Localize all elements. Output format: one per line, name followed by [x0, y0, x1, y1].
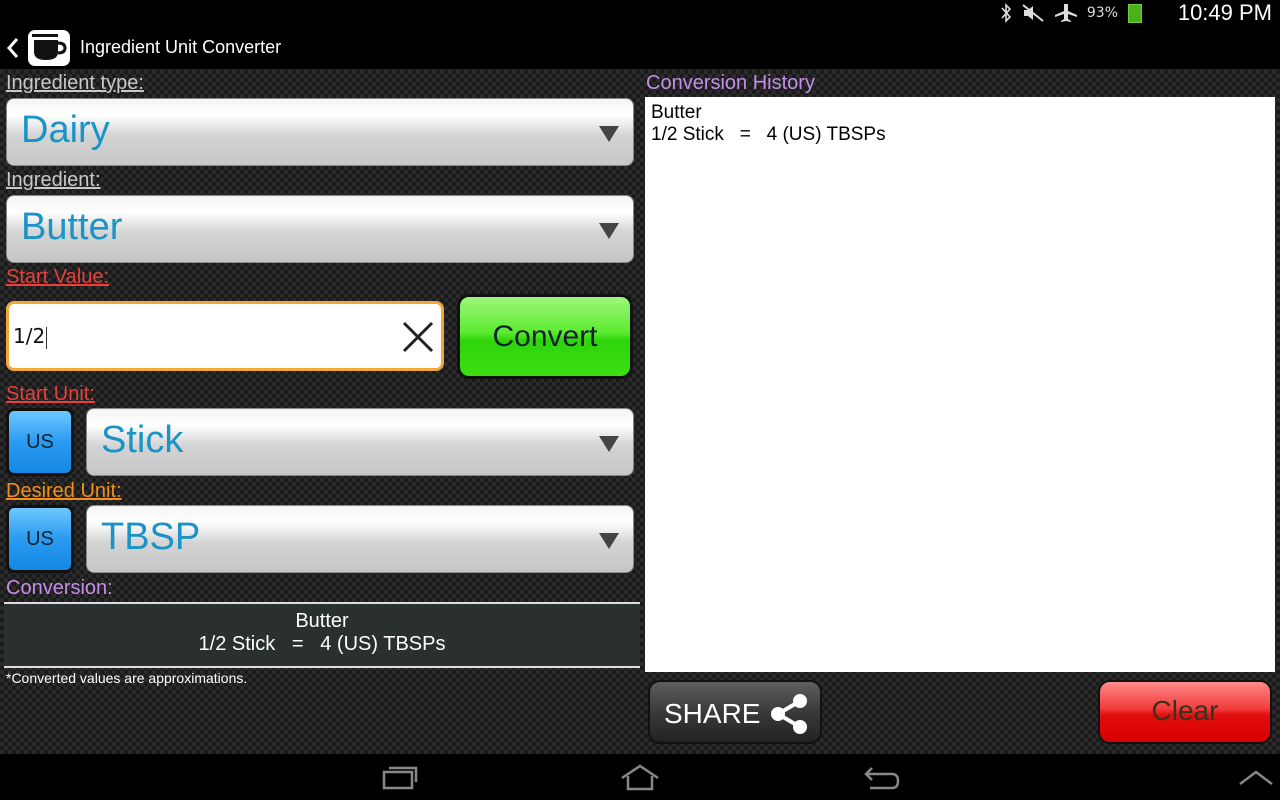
status-bar: 93% 10:49 PM	[0, 0, 1280, 25]
ingredient-value: Butter	[21, 206, 123, 248]
share-icon	[771, 694, 807, 734]
back-icon[interactable]	[862, 762, 902, 792]
ingredient-type-spinner[interactable]: Dairy	[6, 98, 634, 166]
start-unit-value: Stick	[101, 419, 184, 461]
dropdown-arrow-icon	[599, 223, 619, 239]
dropdown-arrow-icon	[599, 436, 619, 452]
history-entry-ingredient: Butter	[651, 102, 702, 123]
dropdown-arrow-icon	[599, 126, 619, 142]
home-icon[interactable]	[620, 762, 660, 792]
recent-apps-icon[interactable]	[380, 762, 420, 792]
bluetooth-icon	[1001, 3, 1011, 23]
conversion-label: Conversion:	[6, 577, 113, 599]
battery-icon	[1128, 3, 1142, 23]
ingredient-type-label: Ingredient type:	[6, 72, 144, 94]
start-unit-spinner[interactable]: Stick	[86, 408, 634, 476]
share-label: SHARE	[664, 698, 761, 729]
desired-unit-spinner[interactable]: TBSP	[86, 505, 634, 573]
clear-button[interactable]: Clear	[1098, 680, 1272, 744]
convert-button[interactable]: Convert	[457, 294, 633, 379]
result-ingredient: Butter	[295, 610, 349, 632]
airplane-mode-icon	[1054, 4, 1077, 22]
start-unit-label: Start Unit:	[6, 383, 95, 405]
ingredient-type-value: Dairy	[21, 109, 110, 151]
start-unit-system-button[interactable]: US	[6, 408, 74, 476]
navigation-bar	[0, 754, 1280, 800]
conversion-result: Butter 1/2 Stick = 4 (US) TBSPs	[4, 602, 640, 668]
action-bar: Ingredient Unit Converter	[0, 25, 1280, 70]
desired-unit-label: Desired Unit:	[6, 480, 122, 502]
status-icons: 93%	[999, 3, 1142, 23]
dropdown-arrow-icon	[599, 533, 619, 549]
app-logo-icon[interactable]	[28, 30, 70, 66]
conversion-history-panel[interactable]: Butter 1/2 Stick = 4 (US) TBSPs	[645, 97, 1275, 672]
approximation-note: *Converted values are approximations.	[6, 670, 248, 686]
history-entry-equation: 1/2 Stick = 4 (US) TBSPs	[651, 124, 886, 145]
start-value-text: 1/2	[13, 324, 48, 349]
clock: 10:49 PM	[1177, 0, 1272, 25]
battery-percent: 93%	[1086, 5, 1118, 21]
start-value-input[interactable]: 1/2	[6, 301, 444, 371]
desired-unit-value: TBSP	[101, 516, 201, 558]
chevron-up-icon[interactable]	[1236, 762, 1276, 792]
clear-input-icon[interactable]	[401, 320, 435, 354]
back-arrow-icon[interactable]	[4, 35, 22, 61]
result-equation: 1/2 Stick = 4 (US) TBSPs	[198, 633, 446, 655]
start-value-label: Start Value:	[6, 266, 110, 288]
share-button[interactable]: SHARE	[648, 680, 822, 744]
ingredient-spinner[interactable]: Butter	[6, 195, 634, 263]
mute-icon	[1022, 4, 1044, 22]
app-title: Ingredient Unit Converter	[80, 37, 282, 57]
main-content: Ingredient type: Dairy Ingredient: Butte…	[0, 70, 1280, 754]
desired-unit-system-button[interactable]: US	[6, 505, 74, 573]
ingredient-label: Ingredient:	[6, 169, 101, 191]
conversion-history-title: Conversion History	[646, 72, 815, 94]
